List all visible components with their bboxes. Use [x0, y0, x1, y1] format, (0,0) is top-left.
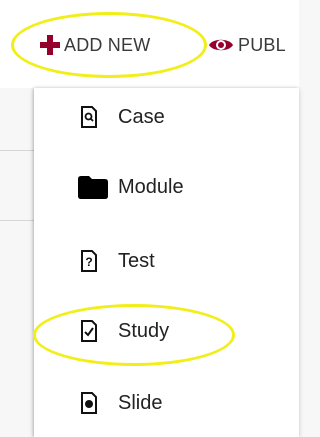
menu-item-study[interactable]: Study: [34, 311, 299, 351]
background-divider: [0, 150, 34, 151]
menu-item-case[interactable]: Case: [34, 97, 299, 137]
plus-icon: [40, 35, 60, 55]
menu-item-label: Study: [118, 319, 170, 342]
eye-icon: [209, 39, 233, 51]
menu-item-label: Case: [118, 105, 165, 128]
menu-item-test[interactable]: ? Test: [34, 241, 299, 281]
dot-file-icon: [80, 392, 98, 414]
folder-icon: [78, 175, 108, 199]
svg-text:?: ?: [85, 255, 92, 269]
question-file-icon: ?: [80, 250, 98, 272]
add-new-label: ADD NEW: [64, 34, 151, 55]
menu-item-label: Slide: [118, 391, 163, 414]
toolbar: ADD NEW PUBL: [0, 0, 299, 88]
publish-button[interactable]: PUBL: [208, 32, 286, 58]
background-divider: [0, 220, 34, 221]
publish-label: PUBL: [238, 34, 286, 55]
document-search-icon: [80, 106, 98, 128]
menu-item-label: Test: [118, 249, 155, 272]
menu-item-module[interactable]: Module: [34, 167, 299, 207]
menu-item-label: Module: [118, 175, 184, 198]
menu-item-slide[interactable]: Slide: [34, 383, 299, 423]
checkmark-file-icon: [80, 320, 98, 342]
add-new-button[interactable]: ADD NEW: [40, 32, 150, 58]
